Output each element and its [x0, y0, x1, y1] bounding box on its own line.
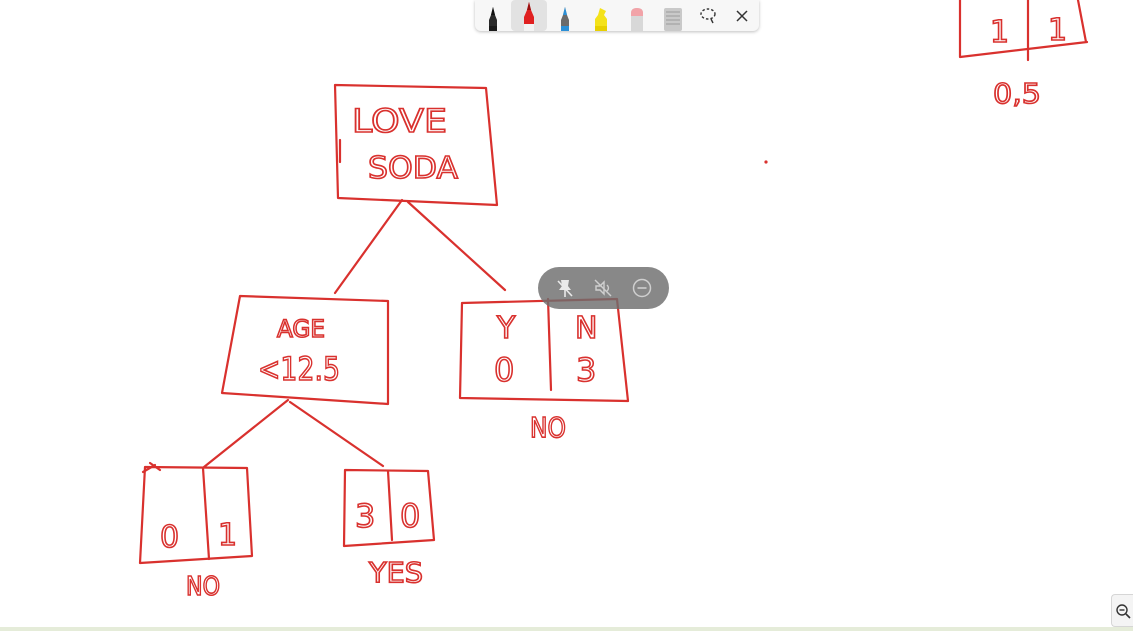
eraser-tool[interactable]: [619, 0, 655, 31]
right-leaf-y: Y: [496, 311, 516, 346]
floating-controls: [538, 267, 669, 309]
root-right-branch: [406, 200, 507, 292]
unpin-icon: [557, 280, 573, 297]
pen-toolbar: [475, 0, 759, 31]
middle-leaf-left-value: 3: [355, 497, 375, 535]
unpin-button[interactable]: [550, 273, 580, 303]
left-leaf-left-value: 0: [160, 520, 179, 555]
middle-leaf-label: YES: [368, 556, 423, 589]
top-right-right-value: 1: [1048, 13, 1067, 48]
close-icon: [736, 9, 748, 22]
ruler-tool[interactable]: [655, 0, 691, 31]
zoom-out-icon: [1115, 603, 1131, 619]
age-text-1: AGE: [277, 315, 325, 343]
top-right-left-value: 1: [990, 15, 1009, 50]
top-right-box: [958, 0, 1089, 62]
age-text-2: <12.5: [258, 350, 340, 388]
yellow-highlighter-tool[interactable]: [583, 0, 619, 31]
mute-button[interactable]: [588, 273, 618, 303]
black-pen-tool[interactable]: [475, 0, 511, 31]
age-right-branch: [288, 400, 385, 468]
window-bottom-edge: [0, 627, 1133, 631]
ruler-icon: [664, 8, 682, 31]
ink-layer[interactable]: LOVE SODA AGE <12.5 Y N 0 3 NO 0 1 NO 3 …: [0, 0, 1133, 631]
middle-leaf-right-value: 0: [400, 497, 420, 535]
red-pen-icon: [524, 2, 534, 31]
highlighter-icon: [595, 8, 607, 31]
lasso-icon: [700, 7, 716, 23]
root-text-2: SODA: [368, 151, 458, 186]
lasso-tool[interactable]: [691, 0, 725, 31]
minimize-icon: [632, 278, 652, 298]
right-leaf-y-value: 0: [494, 351, 514, 389]
minimize-button[interactable]: [627, 273, 657, 303]
right-leaf-n-value: 3: [576, 351, 596, 389]
right-leaf-n: N: [575, 311, 597, 346]
age-left-branch: [202, 398, 290, 469]
mute-icon: [594, 279, 612, 297]
blue-pen-icon: [561, 7, 569, 31]
root-left-branch: [333, 198, 404, 295]
right-leaf-box: [458, 297, 630, 403]
root-text-1: LOVE: [352, 102, 447, 140]
black-pen-icon: [489, 7, 497, 31]
close-toolbar-button[interactable]: [725, 0, 759, 31]
left-leaf-label: NO: [186, 572, 220, 602]
red-pen-tool[interactable]: [511, 0, 547, 31]
blue-pen-tool[interactable]: [547, 0, 583, 31]
zoom-out-button[interactable]: [1111, 594, 1133, 627]
eraser-icon: [631, 8, 643, 31]
right-leaf-label: NO: [530, 411, 566, 444]
left-leaf-right-value: 1: [218, 518, 237, 553]
whiteboard-canvas[interactable]: LOVE SODA AGE <12.5 Y N 0 3 NO 0 1 NO 3 …: [0, 0, 1133, 631]
top-right-label: 0,5: [993, 77, 1041, 110]
ink-dot: [764, 160, 768, 164]
